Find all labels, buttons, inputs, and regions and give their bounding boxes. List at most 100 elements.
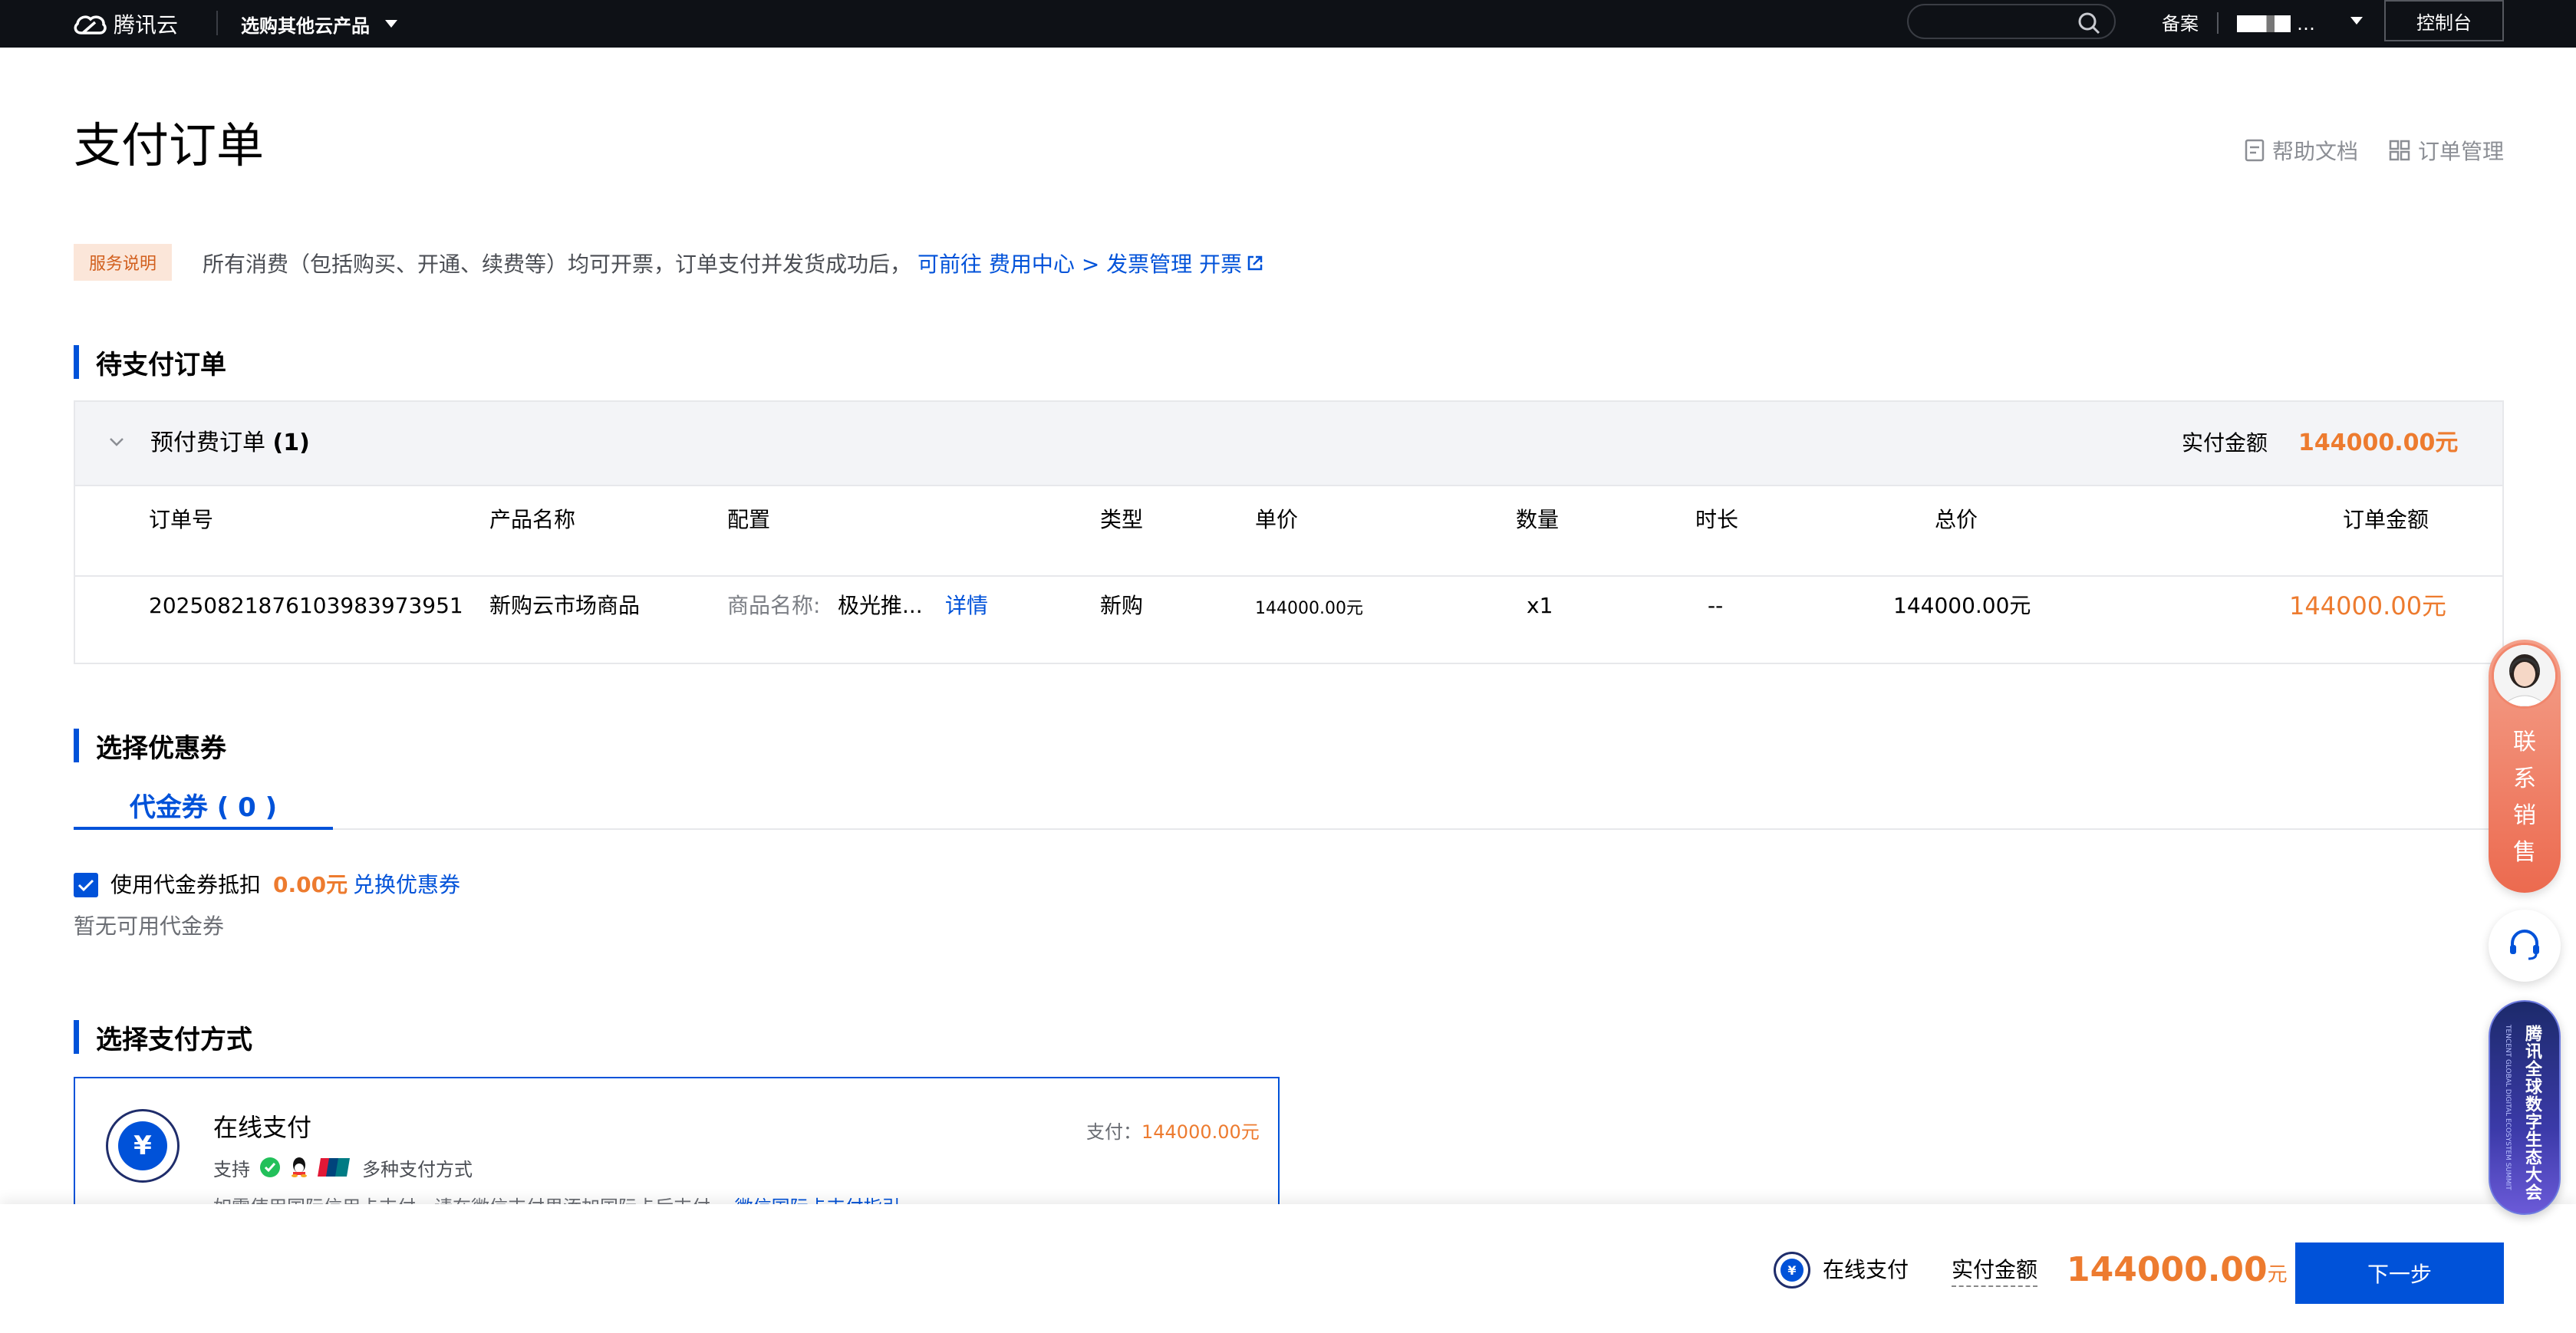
exchange-coupon-link[interactable]: 兑换优惠券 [353, 870, 460, 900]
headset-icon [2510, 930, 2539, 960]
products-menu[interactable]: 选购其他云产品 [241, 8, 397, 40]
tab-vouchers[interactable]: 代金券 ( 0 ) [74, 790, 333, 830]
cloud-logo-icon [74, 15, 107, 35]
column-header-unit-price: 单价 [1255, 507, 1299, 532]
summit-title: 腾讯全球数字生态大会 [2522, 1025, 2541, 1201]
section-accent-bar [74, 345, 79, 379]
chevron-down-icon[interactable] [109, 437, 124, 448]
service-notice-badge: 服务说明 [74, 244, 172, 281]
support-label: 支持 [213, 1158, 250, 1180]
column-header-product: 产品名称 [489, 507, 576, 532]
order-group-count: (1) [272, 430, 310, 456]
payment-amount: 支付：144000.00元 [1086, 1118, 1260, 1146]
sales-avatar [2492, 643, 2558, 709]
payment-amount-value: 144000.00元 [1141, 1121, 1260, 1143]
order-management-label: 订单管理 [2418, 139, 2505, 164]
user-account-menu[interactable]: … [2229, 8, 2315, 40]
column-header-config: 配置 [727, 507, 771, 532]
summit-banner[interactable]: TENCENT GLOBAL DIGITAL ECOSYSTEM SUMMIT … [2489, 1000, 2561, 1215]
search-icon[interactable] [2077, 12, 2100, 35]
summit-subtitle: TENCENT GLOBAL DIGITAL ECOSYSTEM SUMMIT [2504, 1025, 2512, 1190]
order-group-title: 预付费订单 (1) [150, 426, 310, 460]
yuan-icon: ¥ [1774, 1252, 1810, 1289]
order-management-link[interactable]: 订单管理 [2389, 135, 2504, 166]
online-payment-option[interactable]: ¥ 在线支付 支持 多种支付方式 如需使用国际信用卡支付，请在微信支付里添加国际… [74, 1077, 1280, 1218]
total-price: 144000.00元 [1893, 593, 2031, 618]
yuan-symbol: ¥ [1780, 1259, 1804, 1282]
table-divider [75, 575, 2502, 577]
column-header-order-no: 订单号 [149, 507, 214, 532]
user-name-ellipsis: … [2297, 13, 2315, 35]
sales-char: 销 [2513, 802, 2536, 829]
wechat-pay-icon [260, 1157, 280, 1177]
actual-payment-label: 实付金额 [2182, 430, 2268, 456]
console-button[interactable]: 控制台 [2384, 0, 2504, 41]
column-header-quantity: 数量 [1516, 507, 1560, 532]
payment-method-title: 在线支付 [213, 1113, 312, 1142]
customer-service-button[interactable] [2489, 910, 2561, 982]
page-title: 支付订单 [74, 117, 265, 173]
config-label: 商品名称: [727, 593, 821, 618]
payment-amount-label: 支付： [1086, 1121, 1141, 1143]
external-link-icon [1247, 255, 1263, 271]
unionpay-icon [318, 1158, 350, 1177]
payment-section-title: 选择支付方式 [74, 1020, 252, 1055]
order-number: 20250821876103983973951 [149, 593, 463, 618]
coupons-section-title: 选择优惠券 [74, 729, 226, 764]
actual-payment-label[interactable]: 实付金额 [1952, 1255, 2038, 1287]
checkout-bar: ¥ 在线支付 实付金额 144000.00元 下一步 [0, 1204, 2576, 1333]
pending-orders-title: 待支付订单 [96, 349, 226, 380]
chevron-down-icon [385, 20, 397, 28]
order-table: 预付费订单 (1) 实付金额 144000.00元 订单号 产品名称 配置 类型… [74, 400, 2504, 664]
tab-baseline [74, 828, 2504, 830]
actual-payment-amount: 144000.00元 [2298, 430, 2459, 456]
order-type: 新购 [1100, 593, 1144, 618]
use-coupon-checkbox[interactable] [74, 873, 98, 897]
chevron-down-icon[interactable] [2350, 17, 2363, 25]
yuan-icon: ¥ [106, 1109, 180, 1183]
details-link[interactable]: 详情 [945, 591, 988, 621]
contact-sales-widget[interactable]: 联 系 销 售 [2489, 640, 2561, 893]
help-docs-label: 帮助文档 [2272, 139, 2359, 164]
order-group-header[interactable]: 预付费订单 (1) 实付金额 144000.00元 [75, 402, 2502, 486]
yuan-symbol: ¥ [118, 1121, 167, 1170]
service-notice-text: 所有消费（包括购买、开通、续费等）均可开票，订单支付并发货成功后， [203, 252, 912, 277]
user-separator [2217, 12, 2219, 34]
beian-link[interactable]: 备案 [2162, 8, 2199, 40]
checkmark-icon [77, 879, 94, 892]
column-header-duration: 时长 [1695, 507, 1739, 532]
total-payable-value: 144000.00 [2067, 1250, 2268, 1289]
invoice-link-label: 可前往 费用中心 > 发票管理 开票 [917, 252, 1243, 277]
tencent-cloud-logo[interactable]: 腾讯云 [72, 8, 178, 40]
order-group-label: 预付费订单 [150, 430, 265, 456]
contact-sales-label: 联 系 销 售 [2489, 724, 2561, 871]
quantity: x1 [1527, 593, 1553, 618]
coupon-deduction-amount: 0.00元 [273, 872, 348, 897]
currency-unit: 元 [2267, 1263, 2288, 1286]
next-step-button[interactable]: 下一步 [2295, 1242, 2504, 1304]
product-name: 新购云市场商品 [489, 593, 641, 618]
service-notice: 所有消费（包括购买、开通、续费等）均可开票，订单支付并发货成功后， 可前往 费用… [203, 245, 1263, 281]
logo-text: 腾讯云 [114, 12, 179, 38]
section-accent-bar [74, 1020, 79, 1054]
sales-char: 联 [2513, 729, 2536, 755]
duration: -- [1708, 593, 1724, 618]
section-accent-bar [74, 729, 79, 762]
sales-char: 系 [2513, 765, 2536, 792]
grid-icon [2389, 140, 2410, 161]
column-header-type: 类型 [1100, 507, 1144, 532]
order-amount: 144000.00元 [2289, 591, 2447, 620]
user-name-redacted [2237, 15, 2291, 32]
products-menu-label: 选购其他云产品 [241, 15, 370, 37]
config-value: 极光推... [838, 593, 923, 618]
agent-avatar-icon [2494, 645, 2555, 706]
total-payable-amount: 144000.00元 [2067, 1249, 2288, 1296]
supported-methods: 支持 多种支付方式 [213, 1154, 473, 1181]
unit-price: 144000.00元 [1255, 599, 1363, 618]
search-input[interactable] [1907, 4, 2116, 39]
invoice-link[interactable]: 可前往 费用中心 > 发票管理 开票 [917, 248, 1263, 278]
use-coupon-label[interactable]: 使用代金券抵扣 [110, 870, 261, 900]
help-docs-link[interactable]: 帮助文档 [2245, 135, 2358, 166]
multi-methods-label: 多种支付方式 [362, 1158, 473, 1180]
sales-char: 售 [2513, 839, 2536, 866]
